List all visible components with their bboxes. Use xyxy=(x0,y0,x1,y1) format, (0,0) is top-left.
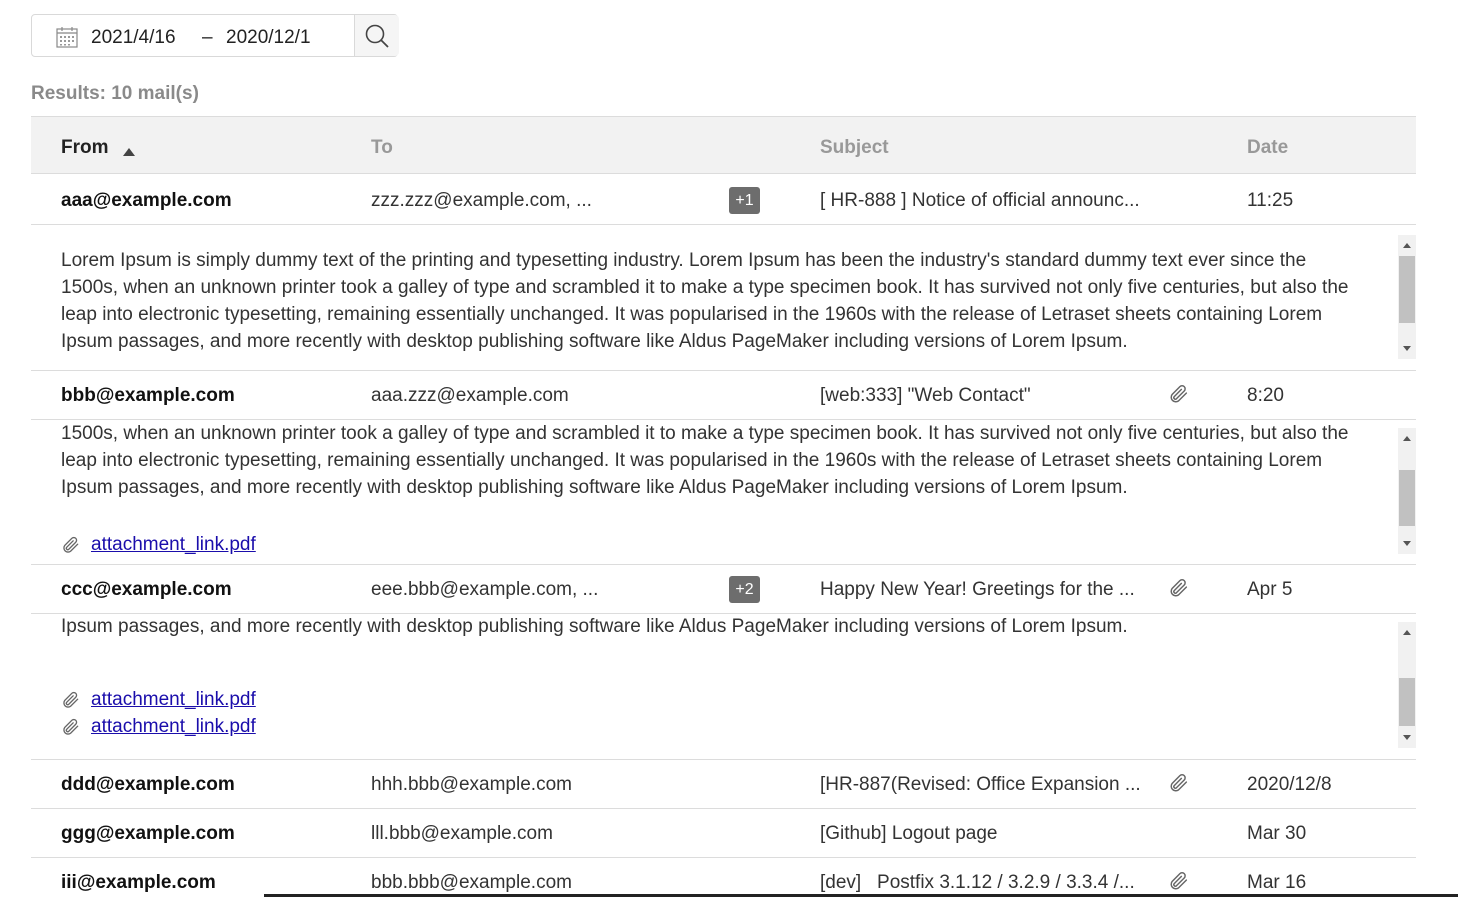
column-header-subject[interactable]: Subject xyxy=(820,137,889,159)
subject-cell: [dev] Postfix 3.1.12 / 3.2.9 / 3.3.4 /..… xyxy=(820,872,1135,893)
attachment-link[interactable]: attachment_link.pdf xyxy=(91,534,256,555)
search-button[interactable] xyxy=(354,15,399,56)
mail-preview-text: Lorem Ipsum is simply dummy text of the … xyxy=(61,616,1128,637)
mail-preview-text: Lorem Ipsum is simply dummy text of the … xyxy=(61,423,1349,498)
date-cell: 2020/12/8 xyxy=(1247,774,1332,795)
date-from-input[interactable]: 2021/4/16 xyxy=(91,27,176,49)
mail-preview[interactable]: Lorem Ipsum is simply dummy text of the … xyxy=(31,225,1416,371)
scroll-thumb[interactable] xyxy=(1399,678,1415,726)
table-row[interactable]: ddd@example.com hhh.bbb@example.com [HR-… xyxy=(31,760,1416,809)
from-cell: ddd@example.com xyxy=(61,774,235,795)
to-cell: lll.bbb@example.com xyxy=(371,823,553,844)
to-cell: zzz.zzz@example.com, ... xyxy=(371,190,592,211)
subject-cell: Happy New Year! Greetings for the ... xyxy=(820,579,1135,600)
to-cell: eee.bbb@example.com, ... xyxy=(371,579,599,600)
scroll-up-icon[interactable] xyxy=(1403,630,1411,635)
paperclip-icon xyxy=(1168,577,1190,604)
from-cell: ccc@example.com xyxy=(61,579,232,600)
paperclip-icon xyxy=(61,717,81,745)
date-cell: 11:25 xyxy=(1247,190,1294,211)
attachment-item: attachment_link.pdf xyxy=(61,686,256,713)
attachment-item: attachment_link.pdf xyxy=(61,713,256,740)
subject-cell: [ HR-888 ] Notice of official announc... xyxy=(820,190,1140,211)
recipient-count-badge[interactable]: +2 xyxy=(729,576,760,603)
search-icon xyxy=(365,24,389,48)
date-separator: – xyxy=(202,27,213,48)
scroll-thumb[interactable] xyxy=(1399,256,1415,323)
attachment-item: attachment_link.pdf xyxy=(61,531,256,558)
scroll-up-icon[interactable] xyxy=(1403,243,1411,248)
calendar-icon[interactable] xyxy=(56,26,78,48)
column-header-date[interactable]: Date xyxy=(1247,137,1288,159)
from-cell: aaa@example.com xyxy=(61,190,232,211)
table-row[interactable]: ggg@example.com lll.bbb@example.com [Git… xyxy=(31,809,1416,858)
to-cell: aaa.zzz@example.com xyxy=(371,385,569,406)
scroll-thumb[interactable] xyxy=(1399,470,1415,526)
results-count: Results: 10 mail(s) xyxy=(31,83,199,104)
to-cell: hhh.bbb@example.com xyxy=(371,774,572,795)
date-cell: Mar 16 xyxy=(1247,872,1307,893)
table-row[interactable]: bbb@example.com aaa.zzz@example.com [web… xyxy=(31,371,1416,420)
preview-scrollbar[interactable] xyxy=(1398,428,1416,554)
paperclip-icon xyxy=(1168,383,1190,410)
paperclip-icon xyxy=(1168,772,1190,799)
scroll-down-icon[interactable] xyxy=(1403,735,1411,740)
attachment-link[interactable]: attachment_link.pdf xyxy=(91,716,256,737)
preview-scrollbar[interactable] xyxy=(1398,622,1416,748)
table-row[interactable]: ccc@example.com eee.bbb@example.com, ...… xyxy=(31,565,1416,614)
attachment-link[interactable]: attachment_link.pdf xyxy=(91,689,256,710)
date-cell: 8:20 xyxy=(1247,385,1284,406)
scroll-up-icon[interactable] xyxy=(1403,436,1411,441)
date-to-input[interactable]: 2020/12/1 xyxy=(226,27,311,49)
column-header-from[interactable]: From xyxy=(61,137,109,159)
paperclip-icon xyxy=(1168,870,1190,897)
scroll-down-icon[interactable] xyxy=(1403,346,1411,351)
date-cell: Apr 5 xyxy=(1247,579,1293,600)
paperclip-icon xyxy=(61,535,81,563)
sort-ascending-icon[interactable] xyxy=(123,148,135,156)
subject-cell: [web:333] "Web Contact" xyxy=(820,385,1031,406)
recipient-count-badge[interactable]: +1 xyxy=(729,187,760,214)
mail-preview-text: Lorem Ipsum is simply dummy text of the … xyxy=(61,250,1349,352)
subject-cell: [HR-887(Revised: Office Expansion ... xyxy=(820,774,1141,795)
mail-preview[interactable]: Lorem Ipsum is simply dummy text of the … xyxy=(31,420,1416,565)
table-header: From To Subject Date xyxy=(31,116,1416,174)
from-cell: bbb@example.com xyxy=(61,385,235,406)
mail-preview[interactable]: Lorem Ipsum is simply dummy text of the … xyxy=(31,614,1416,760)
date-cell: Mar 30 xyxy=(1247,823,1307,844)
table-row[interactable]: aaa@example.com zzz.zzz@example.com, ...… xyxy=(31,176,1416,225)
subject-cell: [Github] Logout page xyxy=(820,823,998,844)
scroll-down-icon[interactable] xyxy=(1403,541,1411,546)
table-row[interactable]: iii@example.com bbb.bbb@example.com [dev… xyxy=(31,858,1416,907)
to-cell: bbb.bbb@example.com xyxy=(371,872,572,893)
from-cell: ggg@example.com xyxy=(61,823,235,844)
column-header-to[interactable]: To xyxy=(371,137,393,159)
from-cell: iii@example.com xyxy=(61,872,216,893)
date-range-search: 2021/4/16 – 2020/12/1 xyxy=(31,14,399,57)
preview-scrollbar[interactable] xyxy=(1398,235,1416,359)
